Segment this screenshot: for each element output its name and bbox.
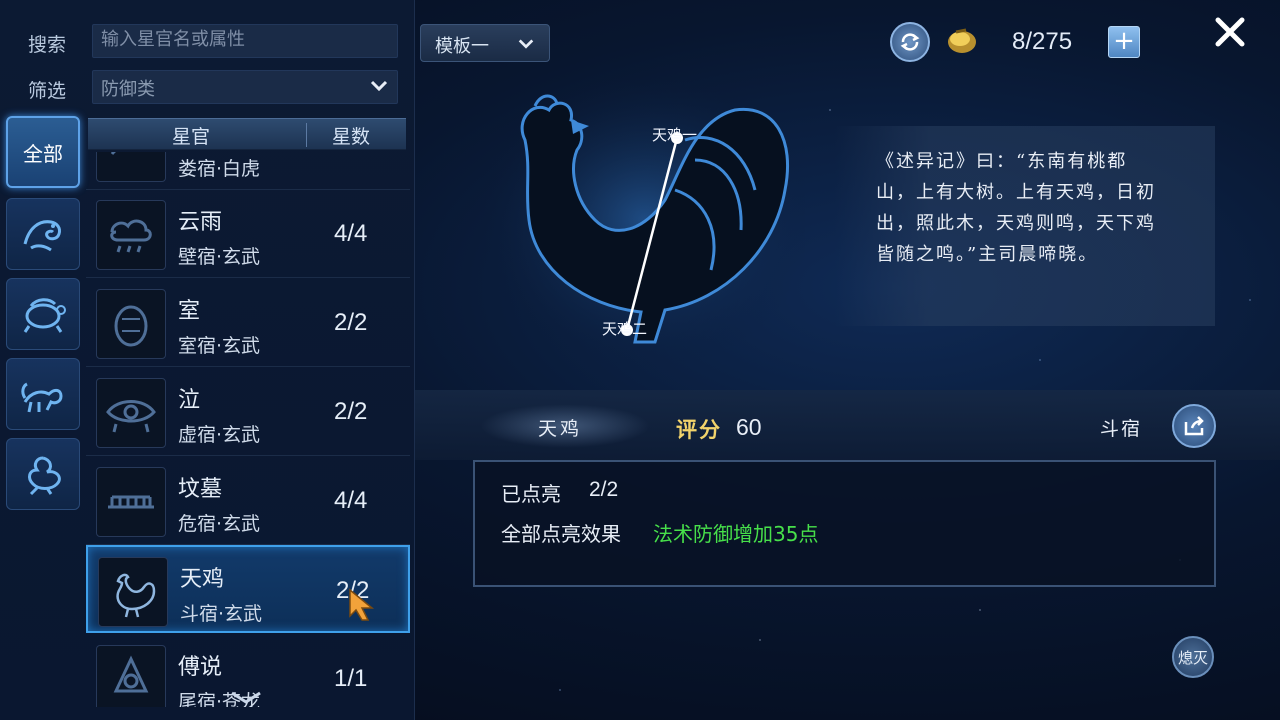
list-item-name: 云雨 [178, 210, 223, 235]
list-item-count: 4/4 [334, 487, 368, 514]
search-label: 搜索 [28, 34, 67, 56]
dragon-emblem-icon [23, 220, 61, 252]
close-icon[interactable] [1212, 14, 1248, 50]
filter-label: 筛选 [28, 80, 67, 102]
refresh-icon [900, 33, 920, 51]
resource-counter: 8/275 [1012, 28, 1073, 55]
list-item-name: 泣 [178, 388, 201, 413]
star-label: 天鸡一 [652, 126, 698, 144]
extinguish-button[interactable]: 熄灭 [1172, 636, 1214, 678]
effect-label: 全部点亮效果 [501, 522, 621, 546]
filter-select[interactable]: 防御类 [92, 70, 398, 104]
effect-info-box: 已点亮 2/2 全部点亮效果 法术防御增加35点 [473, 460, 1216, 587]
tomb-icon [108, 495, 154, 509]
search-field[interactable] [92, 24, 398, 58]
list-item-count: 2/2 [334, 309, 368, 336]
turtle-emblem-icon [23, 298, 66, 333]
coin-pouch-icon [948, 28, 976, 53]
cloud-rain-icon [110, 219, 152, 253]
list-item-name: 室 [178, 299, 201, 324]
category-turtle-button[interactable] [6, 278, 80, 350]
list-item-name: 傅说 [178, 655, 223, 680]
list-header: 星官 星数 [88, 118, 406, 150]
share-button[interactable] [1172, 404, 1216, 448]
list-item-mansion: 危宿·玄武 [178, 513, 261, 535]
list-item[interactable]: 云雨 壁宿·玄武 4/4 [86, 190, 410, 278]
list-item-count: 2/2 [334, 398, 368, 425]
score-label: 评分 [676, 418, 722, 442]
category-all-label: 全部 [23, 141, 63, 166]
mansion-label: 斗宿 [1100, 418, 1143, 440]
list-item[interactable]: 室 室宿·玄武 2/2 [86, 279, 410, 367]
lit-value: 2/2 [589, 478, 619, 501]
column-header-count: 星数 [332, 126, 371, 148]
list-item-mansion: 斗宿·玄武 [180, 603, 263, 625]
effect-value: 法术防御增加35点 [653, 522, 819, 546]
list-item-count: 1/1 [334, 665, 368, 692]
pointer-cursor-icon [349, 588, 375, 621]
extinguish-label: 熄灭 [1177, 648, 1208, 667]
list-item-name: 坟墓 [178, 477, 223, 502]
star-label: 天鸡二 [602, 320, 648, 338]
share-icon [1184, 416, 1204, 436]
category-all-button[interactable]: 全部 [6, 116, 80, 188]
list-item-thumbnail [96, 152, 166, 182]
list-item-mansion: 虚宿·玄武 [178, 424, 261, 446]
list-item[interactable]: 泣 虚宿·玄武 2/2 [86, 368, 410, 456]
sage-icon [113, 655, 149, 693]
search-input[interactable] [101, 29, 389, 50]
category-phoenix-button[interactable] [6, 438, 80, 510]
filter-value: 防御类 [101, 79, 155, 100]
constellation-name: 天鸡 [538, 418, 583, 440]
score-value: 60 [736, 414, 762, 440]
list-item-mansion: 室宿·玄武 [178, 335, 261, 357]
list-item-thumbnail [96, 645, 166, 707]
column-header-name: 星官 [172, 126, 211, 148]
weeping-eye-icon [106, 400, 156, 433]
template-label: 模板一 [435, 36, 489, 57]
template-dropdown[interactable]: 模板一 [420, 24, 550, 62]
lit-label: 已点亮 [501, 482, 561, 506]
category-tiger-button[interactable] [6, 358, 80, 430]
rooster-icon [116, 573, 156, 618]
list-item-mansion: 壁宿·玄武 [178, 246, 261, 268]
column-divider [306, 123, 307, 147]
list-item-thumbnail [96, 378, 166, 448]
refresh-button[interactable] [890, 22, 930, 62]
chamber-icon [114, 305, 148, 347]
constellation-list[interactable]: 娄宿·白虎 云雨 壁宿·玄武 4/4 室 室宿·玄武 2/2 泣 虚宿·玄武 2… [86, 152, 410, 707]
list-item-thumbnail [98, 557, 168, 627]
list-item[interactable]: 坟墓 危宿·玄武 4/4 [86, 457, 410, 545]
tiger-emblem-icon [21, 382, 63, 413]
list-item-thumbnail [96, 289, 166, 359]
list-item-name: 天鸡 [180, 567, 225, 592]
chevron-down-icon [518, 39, 534, 49]
scroll-down-icon [231, 691, 261, 704]
phoenix-emblem-icon [28, 456, 61, 496]
list-item-thumbnail [96, 200, 166, 270]
lore-text: 《述异记》曰：“东南有桃都山，上有大树。上有天鸡，日初出，照此木，天鸡则鸣，天下… [876, 151, 1156, 265]
category-dragon-button[interactable] [6, 198, 80, 270]
list-item[interactable]: 娄宿·白虎 [86, 152, 410, 190]
list-item-mansion: 娄宿·白虎 [178, 158, 261, 180]
list-item-thumbnail [96, 467, 166, 537]
add-resource-button[interactable]: + [1108, 26, 1140, 58]
tiger-constellation-icon [110, 152, 117, 156]
list-item-count: 4/4 [334, 220, 368, 247]
chevron-down-icon [370, 80, 388, 92]
